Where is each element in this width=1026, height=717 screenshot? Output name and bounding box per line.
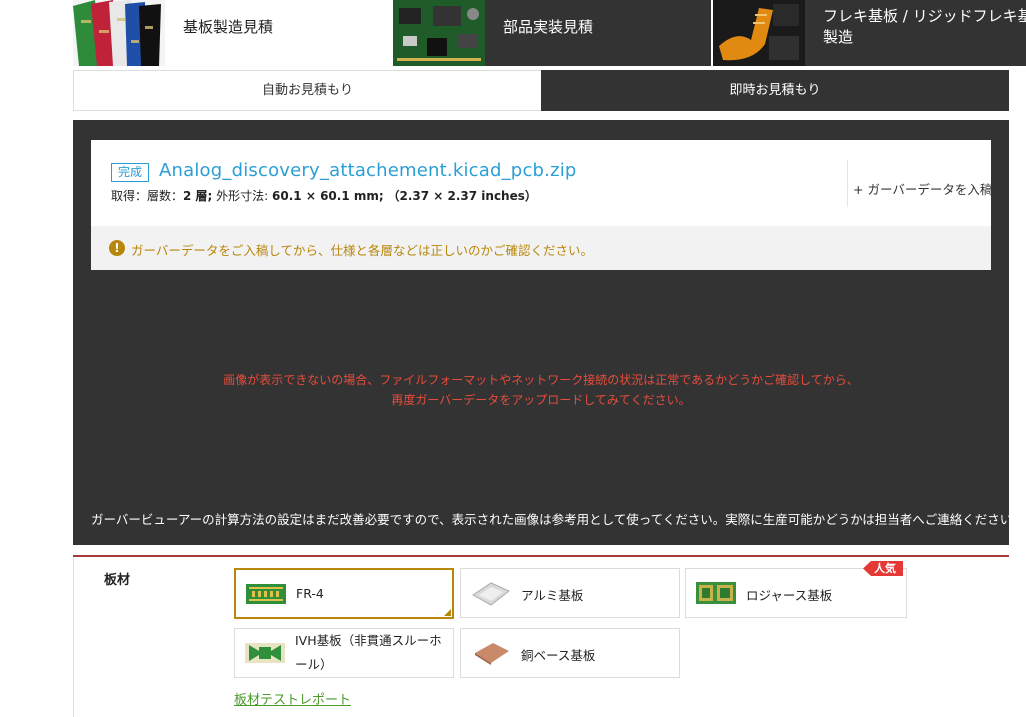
uploaded-file-card: 完成 Analog_discovery_attachement.kicad_pc… [91, 140, 992, 270]
quote-mode-tabs: 自動お見積もり 即時お見積もり [73, 70, 1009, 111]
service-nav: 基板製造見積 部品実装見積 フレキ基板 / リジッドフレキ基板 製造 [73, 0, 1026, 67]
option-label: FR-4 [296, 586, 324, 601]
option-label: IVH基板（非貫通スルーホ ール） [295, 629, 445, 677]
popular-badge: 人気 [863, 561, 903, 576]
service-label-line: 製造 [823, 28, 854, 46]
selected-corner-icon [444, 609, 451, 616]
assembled-board-thumbnail [393, 0, 485, 66]
meta-prefix: 取得：層数： [111, 189, 184, 203]
service-label-line: フレキ基板 / リジッドフレキ基板 [823, 7, 1026, 25]
material-option-ivh[interactable]: IVH基板（非貫通スルーホ ール） [234, 628, 454, 678]
service-tab-flex-pcb[interactable]: フレキ基板 / リジッドフレキ基板 製造 [713, 0, 1026, 66]
divider [847, 160, 848, 207]
file-info: 完成 Analog_discovery_attachement.kicad_pc… [91, 140, 992, 226]
material-label: 板材 [104, 573, 131, 588]
preview-error-message: 画像が表示できないの場合、ファイルフォーマットやネットワーク接続の状況は正常であ… [73, 370, 1009, 410]
option-label-line: IVH基板（非貫通スルーホ [295, 633, 442, 648]
service-label: フレキ基板 / リジッドフレキ基板 製造 [823, 6, 1026, 48]
material-option-copper-base[interactable]: 銅ベース基板 [460, 628, 680, 678]
gerber-preview-panel: 完成 Analog_discovery_attachement.kicad_pc… [73, 120, 1025, 545]
option-label: ロジャース基板 [746, 588, 833, 603]
warning-text: ガーバーデータをご入稿してから、仕様と各層などは正しいのかご確認ください。 [131, 243, 594, 258]
file-name[interactable]: Analog_discovery_attachement.kicad_pcb.z… [159, 160, 577, 181]
material-option-aluminum[interactable]: アルミ基板 [460, 568, 680, 618]
option-label-line: ール） [295, 657, 333, 672]
pcb-stack-thumbnail [73, 0, 165, 66]
dims-inches: （2.37 × 2.37 inches） [387, 189, 537, 203]
section-border [73, 557, 74, 717]
material-test-report-link[interactable]: 板材テストレポート [234, 689, 351, 708]
ivh-board-icon [245, 643, 285, 663]
error-line: 画像が表示できないの場合、ファイルフォーマットやネットワーク接続の状況は正常であ… [223, 373, 859, 387]
tab-auto-quote[interactable]: 自動お見積もり [73, 70, 542, 111]
service-label: 基板製造見積 [183, 18, 274, 36]
warning-banner: ! ガーバーデータをご入稿してから、仕様と各層などは正しいのかご確認ください。 [91, 226, 991, 270]
service-tab-pcb-quote[interactable]: 基板製造見積 [73, 0, 391, 66]
dims-label: 外形寸法: [216, 189, 269, 203]
add-gerber-button[interactable]: + ガーバーデータを入稿 [853, 179, 992, 198]
rogers-board-icon [696, 582, 736, 604]
material-option-fr4[interactable]: FR-4 [234, 568, 454, 619]
exclamation-icon: ! [109, 240, 125, 256]
service-tab-assembly-quote[interactable]: 部品実装見積 [393, 0, 711, 66]
tab-instant-quote[interactable]: 即時お見積もり [541, 70, 1009, 111]
flex-pcb-thumbnail [713, 0, 805, 66]
aluminum-board-icon [472, 582, 510, 606]
service-label: 部品実装見積 [503, 18, 594, 36]
dims-mm: 60.1 × 60.1 mm; [272, 189, 384, 203]
copper-board-icon [475, 643, 509, 665]
option-label: 銅ベース基板 [521, 648, 596, 663]
file-meta: 取得：層数：2 層; 外形寸法: 60.1 × 60.1 mm; （2.37 ×… [111, 187, 537, 204]
fr4-board-icon [246, 584, 286, 604]
status-badge: 完成 [111, 163, 150, 182]
option-label: アルミ基板 [521, 588, 584, 603]
layer-count: 2 層; [183, 189, 213, 203]
viewer-disclaimer: ガーバービューアーの計算方法の設定はまだ改善必要ですので、表示された画像は参考用… [91, 512, 1025, 527]
error-line: 再度ガーバーデータをアップロードしてみてください。 [391, 393, 691, 407]
